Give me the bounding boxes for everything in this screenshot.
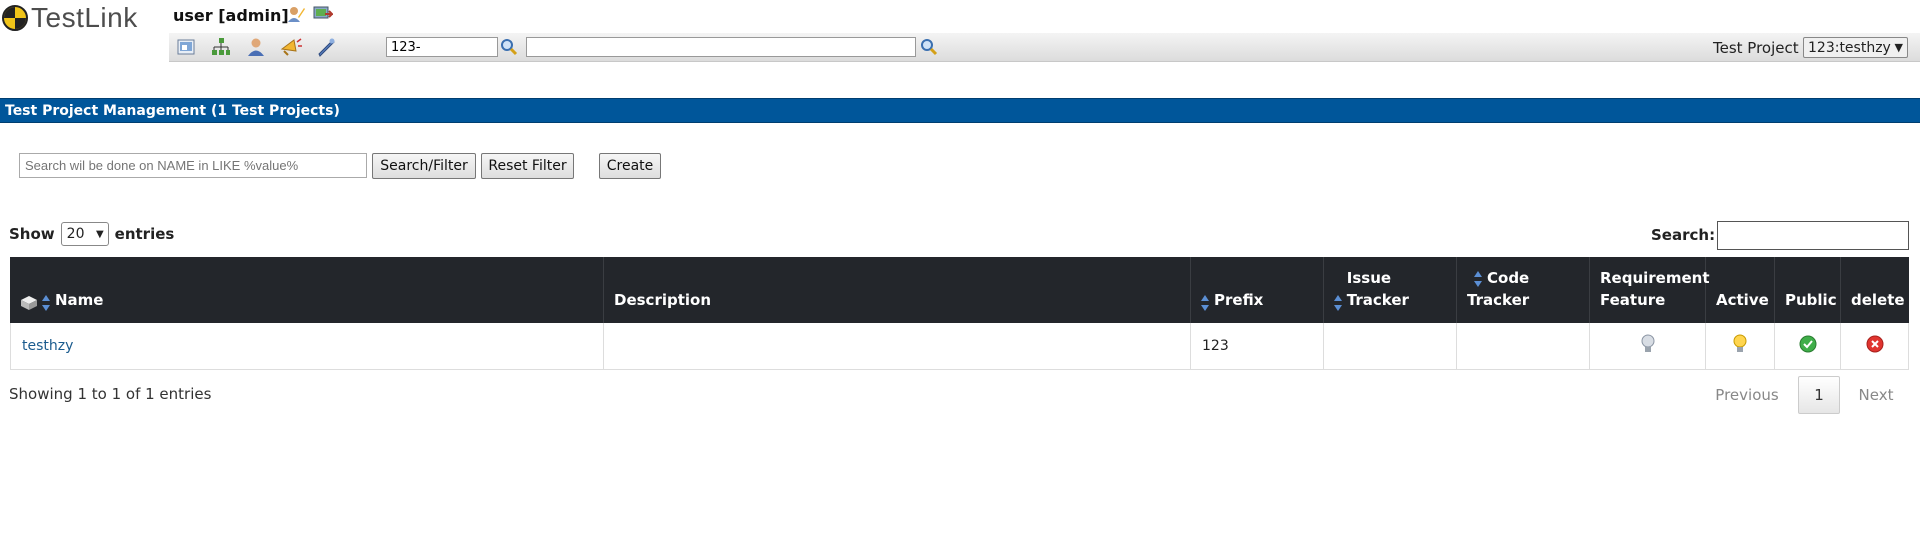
column-prefix-label: Prefix <box>1214 291 1264 309</box>
settings-icon[interactable] <box>316 37 336 57</box>
reset-filter-button[interactable]: Reset Filter <box>481 153 574 179</box>
chevron-down-icon: ▼ <box>95 228 104 240</box>
cell-delete <box>1841 323 1908 369</box>
column-prefix[interactable]: Prefix <box>1191 257 1324 323</box>
logout-icon[interactable] <box>313 5 335 23</box>
column-public-label: Public <box>1785 291 1837 309</box>
sort-icon <box>1474 271 1483 287</box>
testlink-logo-icon <box>2 5 28 31</box>
column-requirement-feature: Requirement Feature <box>1590 257 1710 323</box>
previous-page-button[interactable]: Previous <box>1702 376 1792 414</box>
entries-label: entries <box>114 225 175 243</box>
testlink-logo: TestLink <box>2 2 138 34</box>
project-filter-input[interactable] <box>19 153 367 178</box>
user-icon[interactable] <box>246 37 266 57</box>
table-search-input[interactable] <box>1717 221 1909 250</box>
test-project-label: Test Project <box>1713 39 1799 57</box>
column-description: Description <box>604 257 1191 323</box>
column-code-tracker-label: Code Tracker <box>1467 269 1530 309</box>
column-public: Public <box>1775 257 1841 323</box>
delete-icon[interactable] <box>1866 335 1884 357</box>
entries-count: 20 <box>66 226 85 242</box>
column-issue-tracker-label: Issue Tracker <box>1346 269 1409 309</box>
global-search-icon[interactable] <box>920 38 938 56</box>
column-name[interactable]: Name <box>10 257 604 323</box>
chevron-down-icon: ▼ <box>1894 41 1903 54</box>
user-edit-icon[interactable] <box>287 5 305 23</box>
table-header: Name Description Prefix Issue Tracker Co… <box>10 257 1909 323</box>
create-button[interactable]: Create <box>599 153 661 179</box>
project-tree-icon[interactable] <box>211 37 231 57</box>
show-entries: Show 20 ▼ entries <box>9 222 174 246</box>
home-icon[interactable] <box>176 37 196 57</box>
sort-icon <box>1334 295 1343 311</box>
page-title: Test Project Management (1 Test Projects… <box>0 98 1920 123</box>
active-bulb-on-icon[interactable] <box>1732 334 1748 358</box>
testcase-search-icon[interactable] <box>500 38 518 56</box>
column-name-label: Name <box>55 291 104 309</box>
column-issue-tracker[interactable]: Issue Tracker <box>1324 257 1457 323</box>
table-search-label: Search: <box>1651 226 1716 244</box>
column-requirement-feature-label: Requirement Feature <box>1600 269 1710 309</box>
column-active-label: Active <box>1716 291 1769 309</box>
cell-issue-tracker <box>1324 323 1457 369</box>
user-label: user [admin] <box>173 6 289 25</box>
page-1-button[interactable]: 1 <box>1798 376 1840 414</box>
column-description-label: Description <box>614 291 712 309</box>
events-icon[interactable] <box>280 37 302 57</box>
cell-code-tracker <box>1457 323 1590 369</box>
show-label: Show <box>9 225 55 243</box>
sort-icon <box>42 295 51 311</box>
column-delete: delete <box>1841 257 1909 323</box>
test-project-select[interactable]: 123:testhzy ▼ <box>1803 37 1908 58</box>
table-info: Showing 1 to 1 of 1 entries <box>9 385 212 403</box>
public-check-icon[interactable] <box>1799 335 1817 357</box>
cell-name: testhzy <box>11 323 604 369</box>
projects-icon <box>20 295 38 311</box>
sort-icon <box>1201 295 1210 311</box>
table-row: testhzy 123 <box>10 323 1909 370</box>
requirement-bulb-off-icon[interactable] <box>1640 334 1656 358</box>
search-filter-button[interactable]: Search/Filter <box>372 153 476 179</box>
entries-select[interactable]: 20 ▼ <box>60 222 109 246</box>
next-page-button[interactable]: Next <box>1848 376 1904 414</box>
global-search-input[interactable] <box>526 37 916 57</box>
app-name: TestLink <box>31 2 138 33</box>
column-delete-label: delete <box>1851 291 1905 309</box>
testcase-id-input[interactable] <box>386 37 498 57</box>
cell-public <box>1775 323 1841 369</box>
cell-active <box>1706 323 1775 369</box>
main-toolbar: Test Project 123:testhzy ▼ <box>169 33 1920 62</box>
test-project-selected: 123:testhzy <box>1808 39 1891 56</box>
cell-prefix: 123 <box>1191 323 1324 369</box>
column-active: Active <box>1706 257 1775 323</box>
cell-description <box>604 323 1191 369</box>
project-name-link[interactable]: testhzy <box>22 338 73 354</box>
cell-requirement-feature <box>1590 323 1706 369</box>
column-code-tracker[interactable]: Code Tracker <box>1457 257 1590 323</box>
